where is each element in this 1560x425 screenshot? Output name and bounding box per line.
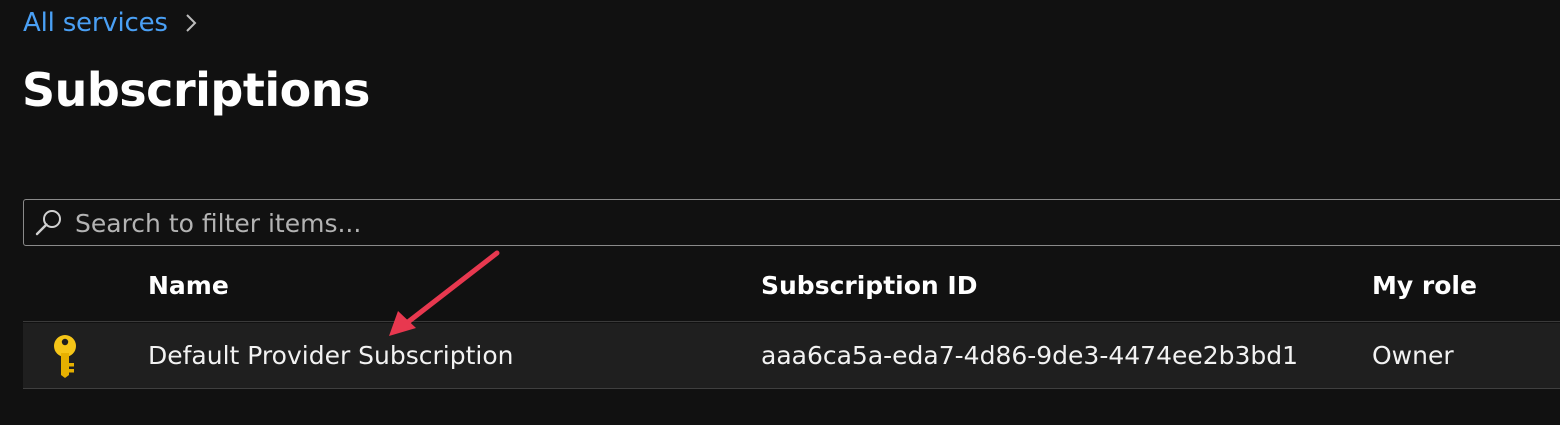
search-input[interactable] [75,206,1475,240]
column-header-subscription-id[interactable]: Subscription ID [761,271,977,300]
breadcrumb-all-services-link[interactable]: All services [23,8,168,38]
table-header: Name Subscription ID My role [23,254,1560,322]
breadcrumb: All services [23,8,200,38]
role-cell: Owner [1372,341,1454,370]
search-box[interactable] [23,199,1560,246]
chevron-right-icon [186,14,197,32]
search-icon [35,210,61,236]
page-title: Subscriptions [22,63,370,117]
page: All services Subscriptions Name Subscrip… [0,0,1560,425]
table-row[interactable]: Default Provider Subscription aaa6ca5a-e… [23,323,1560,389]
key-icon [54,335,76,378]
column-header-name[interactable]: Name [148,271,229,300]
subscription-id-cell: aaa6ca5a-eda7-4d86-9de3-4474ee2b3bd1 [761,341,1299,370]
subscription-name-link[interactable]: Default Provider Subscription [148,341,514,370]
column-header-my-role[interactable]: My role [1372,271,1477,300]
